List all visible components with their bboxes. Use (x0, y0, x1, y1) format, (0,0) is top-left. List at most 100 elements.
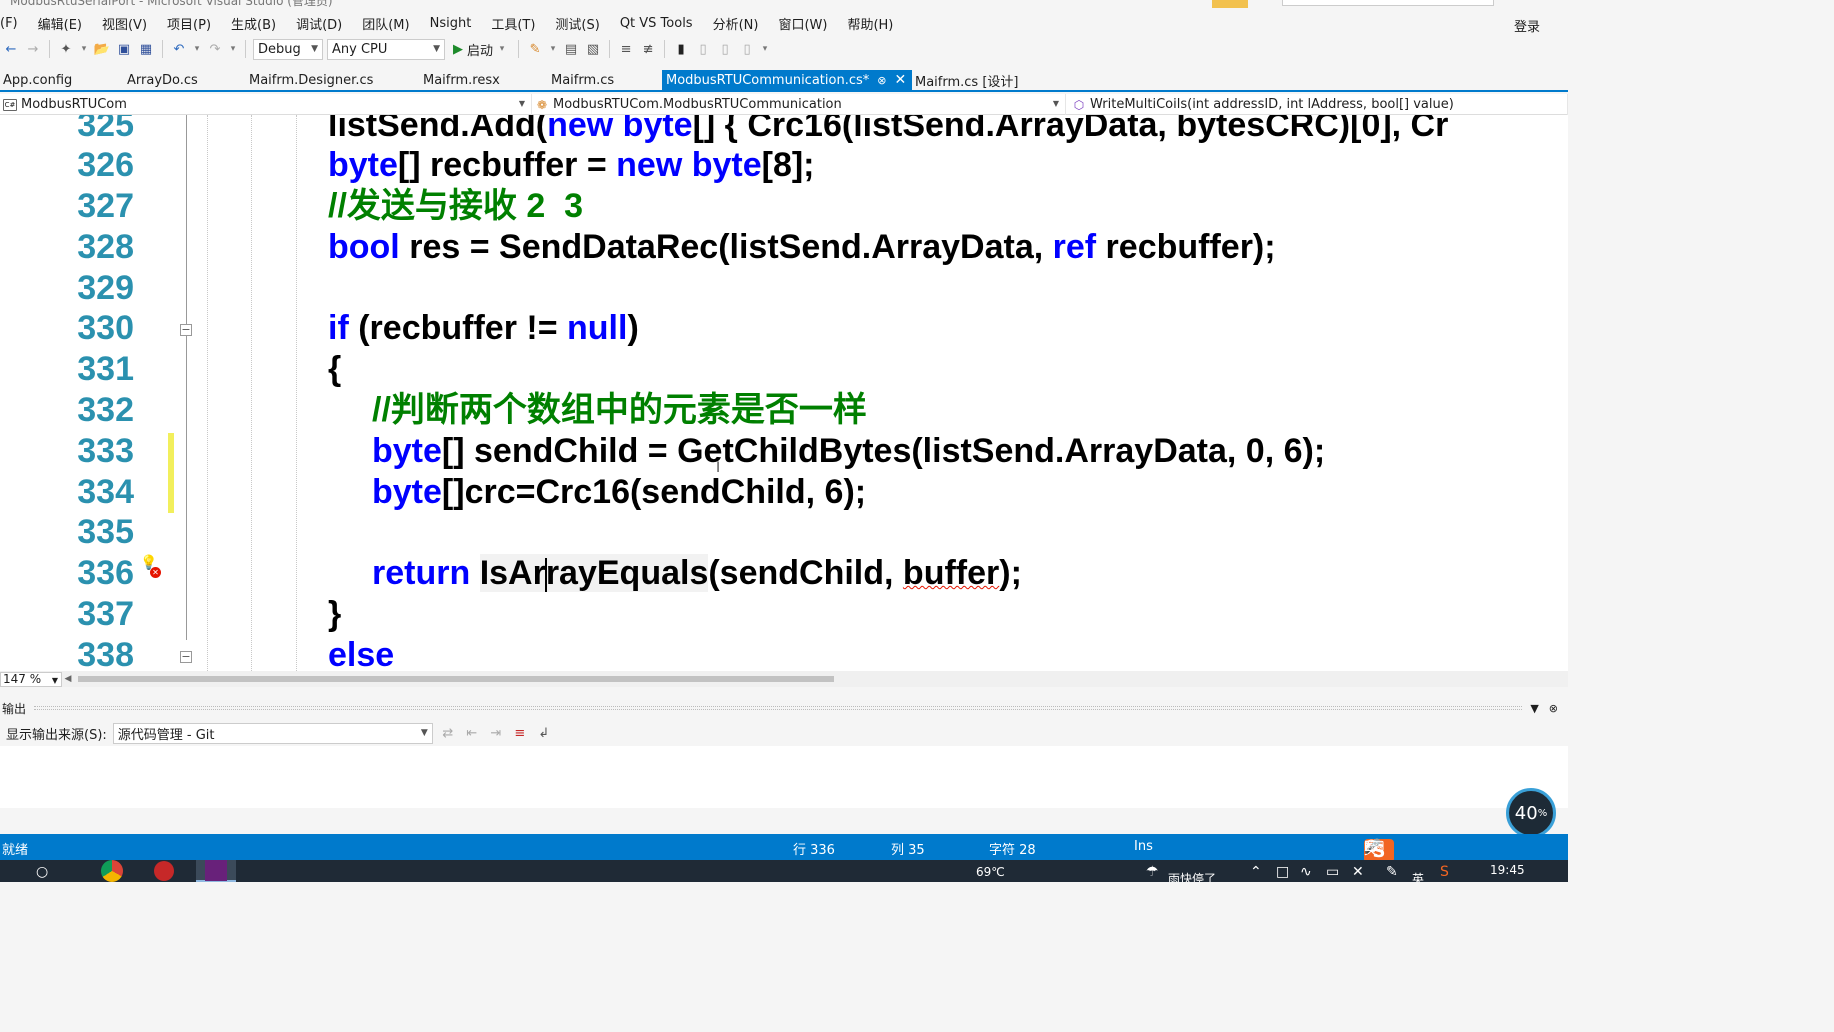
taskbar-ime-indicator[interactable]: 英 (1412, 870, 1424, 882)
project-dropdown[interactable]: C# ModbusRTUCom ▼ (0, 94, 532, 115)
clock-time[interactable]: 19:45 (1490, 863, 1525, 877)
menu-team[interactable]: 团队(M) (352, 14, 419, 33)
undo-icon[interactable]: ↶ (170, 40, 188, 58)
menu-tools[interactable]: 工具(T) (481, 14, 545, 33)
chevron-up-icon[interactable]: ⌃ (1250, 864, 1262, 880)
wifi-icon[interactable]: ∿ (1300, 864, 1312, 880)
menu-view[interactable]: 视图(V) (92, 14, 157, 33)
tab-modbusrtucommunication[interactable]: ModbusRTUCommunication.cs* ⊗ ✕ (662, 70, 912, 90)
tab-app-config[interactable]: App.config (0, 70, 124, 90)
tab-arraydo[interactable]: ArrayDo.cs (124, 70, 246, 90)
menu-analyze[interactable]: 分析(N) (703, 14, 769, 33)
find-in-files-icon[interactable]: ✎ (526, 40, 544, 58)
comment-lines-icon[interactable]: ≡ (617, 40, 635, 58)
line-number: 338 (77, 636, 134, 671)
save-all-icon[interactable]: ▦ (137, 40, 155, 58)
previous-bookmark-icon[interactable]: ▯ (694, 40, 712, 58)
scroll-left-icon[interactable]: ◀ (62, 674, 74, 684)
redo-icon[interactable]: ↷ (206, 40, 224, 58)
clear-bookmarks-icon[interactable]: ▯ (738, 40, 756, 58)
menu-build[interactable]: 生成(B) (221, 14, 286, 33)
notification-flag-icon[interactable] (1212, 0, 1248, 8)
taskbar-visual-studio[interactable] (196, 860, 236, 882)
volume-icon[interactable]: ✕ (1352, 864, 1364, 880)
toolbar-options-icon[interactable]: ▾ (760, 40, 770, 58)
undo-dropdown-icon[interactable]: ▾ (192, 40, 202, 58)
standard-toolbar: ← → ✦ ▾ 📂 ▣ ▦ ↶ ▾ ↷ ▾ Debug ▼ Any CPU ▼ … (0, 36, 1568, 62)
tab-maifrm-design[interactable]: Maifrm.cs [设计] (912, 70, 1052, 90)
collapse-icon[interactable]: − (180, 324, 192, 336)
sogou-tray-icon[interactable]: S (1440, 864, 1449, 880)
type-dropdown[interactable]: ❁ ModbusRTUCom.ModbusRTUCommunication ▼ (532, 94, 1066, 115)
dropdown-icon[interactable]: ▾ (79, 40, 89, 58)
new-project-icon[interactable]: ✦ (57, 40, 75, 58)
pin-icon[interactable]: ⊗ (877, 74, 886, 87)
start-debug-button[interactable]: ▶ 启动 ▾ (449, 40, 511, 59)
code-editor[interactable]: 325 326 327 328 329 330 331 332 333 334 … (0, 115, 1568, 671)
previous-message-icon[interactable]: ⇤ (463, 724, 481, 742)
platform-select[interactable]: Any CPU ▼ (327, 38, 445, 60)
weather-text[interactable]: 雨快停了 (1168, 870, 1216, 882)
back-icon[interactable]: ← (2, 40, 20, 58)
perf-unit: % (1537, 807, 1548, 819)
output-toolbar: 显示输出来源(S): 源代码管理 - Git ▼ ⇄ ⇤ ⇥ ≡ ↲ (0, 721, 1568, 745)
output-text-area[interactable] (0, 746, 1568, 808)
open-file-icon[interactable]: 📂 (93, 40, 111, 58)
member-dropdown[interactable]: ⬡ WriteMultiCoils(int addressID, int lAd… (1066, 94, 1568, 115)
uncomment-lines-icon[interactable]: ≢ (639, 40, 657, 58)
pin-icon[interactable]: ⊗ (1549, 702, 1558, 715)
tools-icon[interactable]: ☷ (1364, 839, 1377, 855)
scroll-track[interactable] (74, 673, 1544, 685)
chevron-down-icon: ▼ (51, 675, 58, 685)
menu-project[interactable]: 项目(P) (157, 14, 221, 33)
menu-nsight[interactable]: Nsight (420, 16, 482, 31)
csharp-project-icon: C# (3, 98, 17, 111)
tab-maifrm-designer[interactable]: Maifrm.Designer.cs (246, 70, 420, 90)
battery-icon[interactable]: ▭ (1326, 864, 1339, 880)
search-icon[interactable]: ○ (36, 864, 48, 880)
recorder-icon (154, 861, 174, 881)
save-icon[interactable]: ▣ (115, 40, 133, 58)
pen-icon[interactable]: ✎ (1386, 864, 1398, 880)
scroll-thumb[interactable] (78, 676, 834, 682)
horizontal-scrollbar[interactable]: 147 % ▼ ◀ (0, 671, 1568, 687)
next-bookmark-icon[interactable]: ▯ (716, 40, 734, 58)
menu-file[interactable]: (F) (0, 16, 28, 31)
menu-test[interactable]: 测试(S) (545, 14, 609, 33)
network-icon[interactable]: □ (1276, 864, 1289, 880)
performance-monitor-badge[interactable]: 40% (1506, 788, 1556, 838)
menu-help[interactable]: 帮助(H) (837, 14, 903, 33)
collapse-icon[interactable]: − (180, 651, 192, 663)
next-message-icon[interactable]: ⇥ (487, 724, 505, 742)
find-message-icon[interactable]: ⇄ (439, 724, 457, 742)
login-link[interactable]: 登录 (1514, 16, 1540, 35)
code-line: byte[]crc=Crc16(sendChild, 6); (372, 473, 867, 511)
word-wrap-icon[interactable]: ↲ (535, 724, 553, 742)
menu-edit[interactable]: 编辑(E) (28, 14, 92, 33)
clear-all-icon[interactable]: ≡ (511, 724, 529, 742)
panel-drag-grip[interactable] (34, 706, 1523, 710)
taskbar-chrome[interactable] (92, 860, 132, 882)
forward-icon[interactable]: → (24, 40, 42, 58)
close-icon[interactable]: ✕ (894, 72, 906, 88)
tab-maifrm-resx[interactable]: Maifrm.resx (420, 70, 548, 90)
chevron-down-icon: ▼ (1052, 99, 1059, 108)
solution-explorer-icon[interactable]: ▧ (584, 40, 602, 58)
output-source-select[interactable]: 源代码管理 - Git ▼ (112, 722, 433, 744)
bookmark-icon[interactable]: ▮ (672, 40, 690, 58)
dropdown-icon[interactable]: ▾ (548, 40, 558, 58)
panel-menu-icon[interactable]: ▼ (1530, 702, 1538, 715)
quick-launch-input[interactable] (1282, 0, 1494, 6)
zoom-select[interactable]: 147 % ▼ (0, 671, 62, 687)
line-number: 329 (77, 269, 134, 307)
menu-window[interactable]: 窗口(W) (768, 14, 837, 33)
solution-config-select[interactable]: Debug ▼ (253, 38, 323, 60)
taskbar-recorder[interactable] (144, 860, 184, 882)
menu-qt-vs-tools[interactable]: Qt VS Tools (610, 16, 703, 31)
code-lines[interactable]: listSend.Add(new byte[] { Crc16(listSend… (328, 115, 1568, 671)
menu-debug[interactable]: 调试(D) (286, 14, 352, 33)
class-view-icon[interactable]: ▤ (562, 40, 580, 58)
chevron-down-icon: ▼ (433, 43, 440, 54)
tab-maifrm[interactable]: Maifrm.cs (548, 70, 662, 90)
redo-dropdown-icon[interactable]: ▾ (228, 40, 238, 58)
